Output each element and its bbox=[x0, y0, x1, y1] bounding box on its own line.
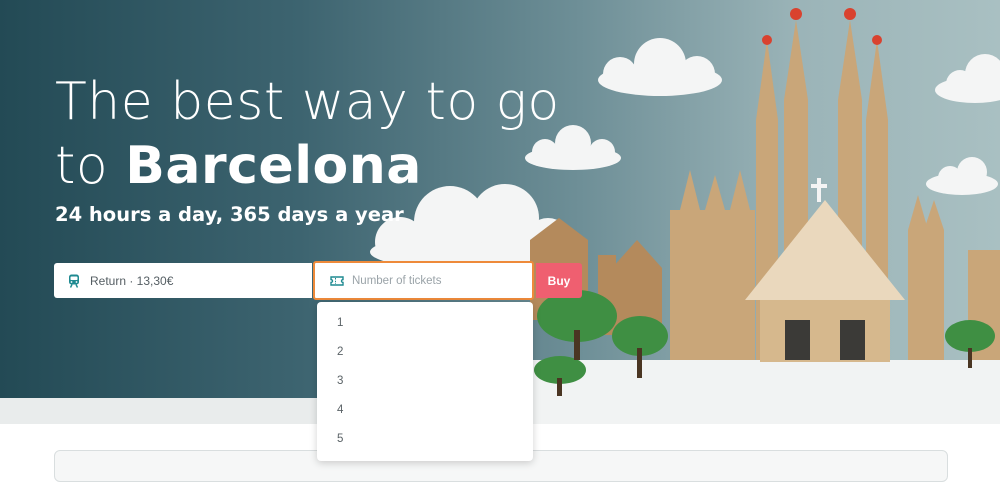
ticket-quantity-dropdown: 1 2 3 4 5 bbox=[317, 302, 533, 461]
hero-title-city: Barcelona bbox=[125, 136, 422, 196]
quantity-option-4[interactable]: 4 bbox=[317, 396, 533, 425]
quantity-option-3[interactable]: 3 bbox=[317, 367, 533, 396]
ticket-type-select[interactable]: Return · 13,30€ bbox=[54, 263, 312, 298]
hero-title: The best way to go to Barcelona bbox=[55, 70, 560, 198]
hero-subtitle: 24 hours a day, 365 days a year bbox=[55, 203, 404, 226]
quantity-option-1[interactable]: 1 bbox=[317, 309, 533, 338]
number-of-tickets-placeholder: Number of tickets bbox=[352, 274, 442, 287]
buy-button[interactable]: Buy bbox=[536, 263, 582, 298]
hero-title-prefix: to bbox=[55, 136, 126, 196]
ticket-icon bbox=[329, 273, 345, 289]
quantity-option-5[interactable]: 5 bbox=[317, 425, 533, 454]
ticket-purchase-form: Return · 13,30€ Number of tickets Buy bbox=[54, 261, 584, 300]
quantity-option-2[interactable]: 2 bbox=[317, 338, 533, 367]
number-of-tickets-input[interactable]: Number of tickets bbox=[313, 261, 534, 300]
ticket-type-value: Return · 13,30€ bbox=[90, 273, 174, 288]
train-icon bbox=[66, 273, 82, 289]
hero-title-line1: The best way to go bbox=[55, 72, 560, 132]
